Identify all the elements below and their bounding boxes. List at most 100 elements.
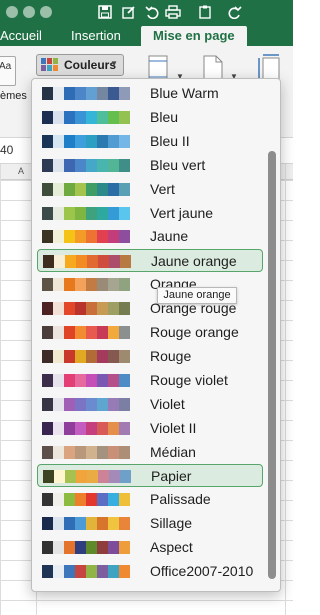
window-minimize-button[interactable] [23,6,35,18]
color-swatch [119,87,130,100]
color-swatch [64,302,75,316]
color-swatch [86,541,97,555]
color-swatch-strip [42,349,130,363]
color-theme-item[interactable]: Jaune orange [37,249,263,273]
color-swatch [64,421,75,435]
color-swatch [86,134,97,148]
color-swatch [75,397,86,411]
color-theme-label: Vert [150,180,175,197]
color-swatch [86,326,97,339]
color-theme-item[interactable]: Papier [37,464,263,488]
color-swatch [54,255,65,269]
save-icon[interactable] [96,3,114,21]
color-theme-item[interactable]: Bleu II [37,130,263,153]
cell-reference[interactable]: 40 [0,143,13,157]
color-swatch [86,182,97,196]
color-swatch [119,445,130,459]
color-swatch [119,517,130,531]
undo-icon[interactable] [143,3,161,21]
color-theme-item[interactable]: Violet [37,393,263,416]
color-swatch [53,134,64,148]
color-swatch [119,158,130,172]
color-swatch [97,565,108,578]
color-swatch [75,278,86,292]
color-swatch-strip [42,230,130,244]
color-swatch [119,302,130,316]
color-swatch [97,397,108,411]
color-swatch [75,565,86,578]
color-theme-item[interactable]: Vert [37,178,263,201]
color-swatch [97,158,108,172]
color-theme-label: Vert jaune [150,204,214,221]
color-theme-label: Rouge violet [150,371,228,388]
window-close-button[interactable] [6,6,18,18]
window-zoom-button[interactable] [40,6,52,18]
color-swatch [108,493,119,507]
color-theme-item[interactable]: Rouge [37,345,263,368]
color-theme-item[interactable]: Médian [37,441,263,464]
color-swatch [42,421,53,435]
color-swatch [87,470,98,484]
color-swatch [64,541,75,555]
color-theme-item[interactable]: Rouge violet [37,369,263,392]
color-theme-item[interactable]: Sillage [37,512,263,535]
color-swatch [86,445,97,459]
edit-icon[interactable] [120,3,138,21]
color-theme-label: Bleu vert [150,156,206,173]
color-swatch [119,134,130,148]
color-theme-item[interactable]: Bleu vert [37,154,263,177]
color-swatch [97,134,108,148]
color-swatch [119,373,130,387]
color-swatch [97,87,108,100]
redo-icon[interactable] [226,3,244,21]
paste-icon[interactable] [196,3,214,21]
color-swatch [97,326,108,339]
color-swatch-strip [42,445,130,459]
color-swatch [53,110,64,124]
color-swatch [64,206,75,220]
color-theme-item[interactable]: Jaune [37,225,263,248]
color-swatch [97,182,108,196]
themes-button[interactable]: Aa [0,56,16,86]
color-swatch [86,373,97,387]
color-swatch [53,421,64,435]
color-swatch [53,517,64,531]
print-icon[interactable] [164,3,182,21]
couleurs-button[interactable]: Couleurs ▼ [36,54,124,76]
color-swatch [97,302,108,316]
color-swatch [75,110,86,124]
color-theme-label: Aspect [150,539,193,556]
color-theme-item[interactable]: Vert jaune [37,202,263,225]
color-swatch [42,565,53,578]
color-swatch-strip [42,158,130,172]
color-swatch [42,134,53,148]
color-swatch [119,349,130,363]
color-swatch [75,158,86,172]
color-theme-item[interactable]: Palissade [37,488,263,511]
tab-mise-en-page[interactable]: Mise en page [141,26,247,46]
color-theme-item[interactable]: Blue Warm [37,82,263,105]
color-swatch [98,470,109,484]
color-swatch [64,182,75,196]
color-swatch [87,255,98,269]
color-swatch [119,421,130,435]
color-theme-item[interactable]: Bleu [37,106,263,129]
color-theme-item[interactable]: Aspect [37,536,263,559]
color-swatch [86,349,97,363]
color-swatch [86,302,97,316]
scrollbar-thumb[interactable] [268,151,276,579]
color-swatch-strip [42,326,130,339]
color-theme-item[interactable]: Violet II [37,417,263,440]
color-theme-item[interactable]: Rouge orange [37,321,263,344]
column-header-a[interactable]: A [18,166,24,176]
color-swatch [53,206,64,220]
color-swatch [42,493,53,507]
color-swatch [64,349,75,363]
tab-insertion[interactable]: Insertion [71,26,121,46]
tab-accueil[interactable]: Accueil [0,26,42,46]
color-swatch [75,302,86,316]
color-swatch [119,206,130,220]
color-swatch [64,158,75,172]
color-swatch [75,326,86,339]
color-theme-item[interactable]: Office2007-2010 [37,560,263,583]
